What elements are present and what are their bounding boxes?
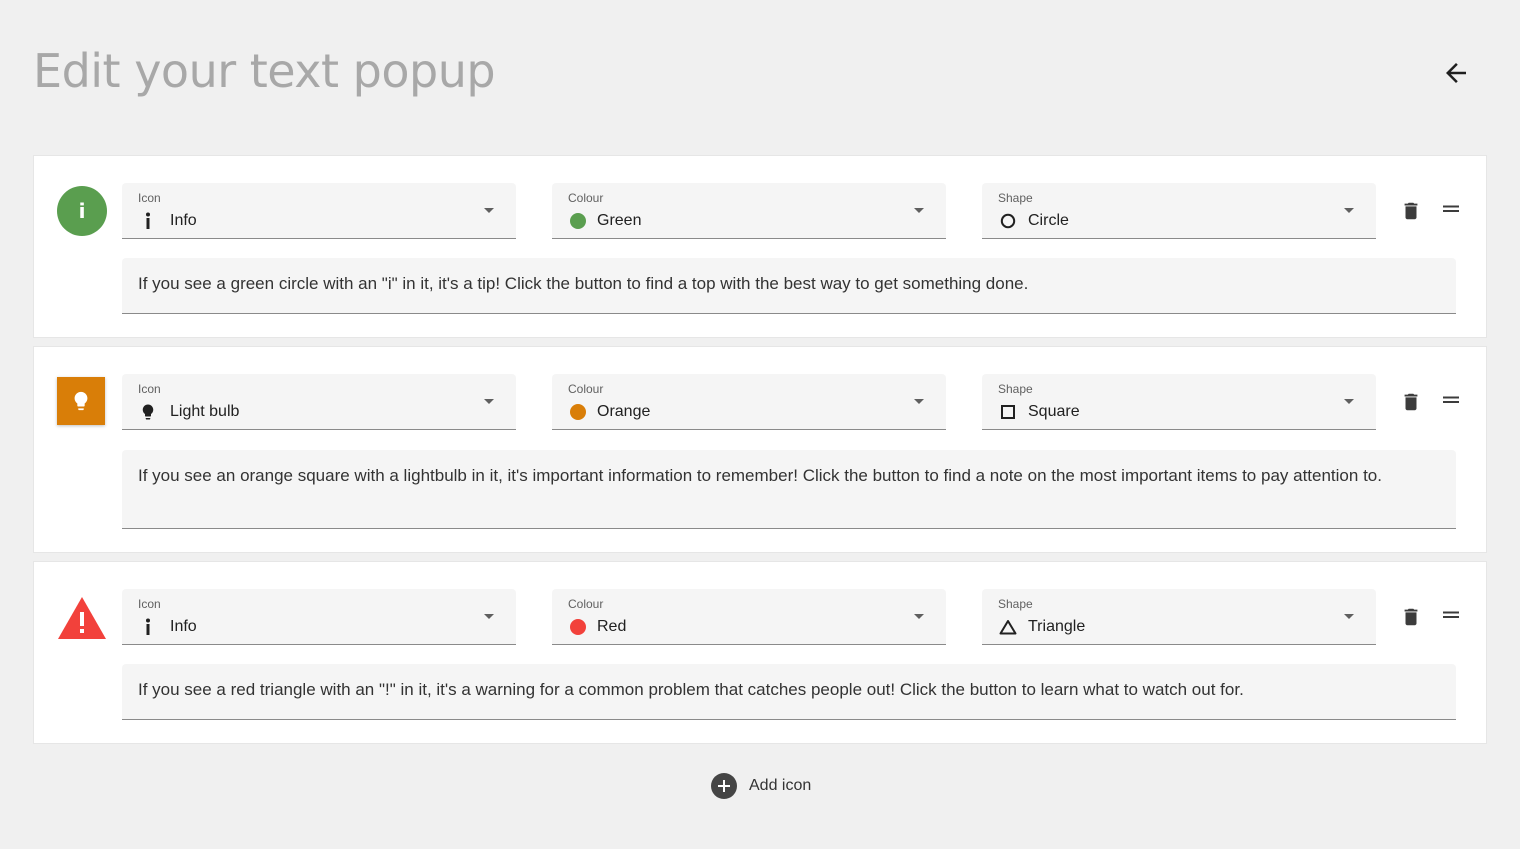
shape-select-value: Circle (1028, 212, 1069, 229)
chevron-down-icon (914, 614, 924, 619)
colour-select[interactable]: Colour Red (552, 589, 946, 645)
colour-dot-icon (568, 211, 588, 231)
shape-select-label: Shape (998, 191, 1033, 205)
shape-select-label: Shape (998, 382, 1033, 396)
shape-select[interactable]: Shape Circle (982, 183, 1376, 239)
preview-badge-orange-square (57, 377, 105, 425)
icon-card-2: Icon Light bulb Colour Orange Shape Squa… (33, 346, 1487, 553)
popup-text-field[interactable]: If you see a red triangle with an "!" in… (122, 664, 1456, 720)
popup-text-field[interactable]: If you see an orange square with a light… (122, 450, 1456, 529)
trash-icon (1404, 393, 1418, 411)
icon-select[interactable]: Icon Info (122, 589, 516, 645)
colour-select-value: Orange (597, 403, 651, 420)
colour-select[interactable]: Colour Green (552, 183, 946, 239)
chevron-down-icon (484, 614, 494, 619)
delete-button[interactable] (1399, 390, 1423, 414)
info-icon: i (78, 199, 86, 223)
shape-select-value: Square (1028, 403, 1080, 420)
add-icon-label: Add icon (749, 777, 812, 794)
chevron-down-icon (914, 399, 924, 404)
chevron-down-icon (484, 208, 494, 213)
add-circle-icon (711, 773, 737, 799)
preview-badge-green-circle: i (57, 186, 107, 236)
chevron-down-icon (1344, 614, 1354, 619)
square-outline-icon (998, 402, 1018, 422)
icon-card-1: i Icon Info Colour Green Shape Circle If… (33, 155, 1487, 338)
preview-badge-red-triangle (57, 595, 107, 641)
colour-select-label: Colour (568, 382, 604, 396)
colour-dot-icon (568, 617, 588, 637)
popup-text-field[interactable]: If you see a green circle with an "i" in… (122, 258, 1456, 314)
drag-handle-icon (1443, 396, 1459, 403)
drag-handle[interactable] (1439, 388, 1463, 412)
icon-select-value: Light bulb (170, 403, 240, 420)
back-button[interactable] (1436, 53, 1476, 93)
warning-icon (58, 597, 106, 639)
triangle-outline-icon (998, 617, 1018, 637)
arrow-back-icon (1446, 63, 1466, 83)
delete-button[interactable] (1399, 605, 1423, 629)
circle-outline-icon (998, 211, 1018, 231)
colour-select-value: Red (597, 618, 627, 635)
drag-handle-icon (1443, 205, 1459, 212)
chevron-down-icon (914, 208, 924, 213)
shape-select-label: Shape (998, 597, 1033, 611)
icon-select-label: Icon (138, 382, 161, 396)
drag-handle-icon (1443, 611, 1459, 618)
delete-button[interactable] (1399, 199, 1423, 223)
shape-select[interactable]: Shape Square (982, 374, 1376, 430)
icon-select-label: Icon (138, 191, 161, 205)
colour-select-label: Colour (568, 191, 604, 205)
colour-select-value: Green (597, 212, 642, 229)
add-icon-button[interactable]: Add icon (711, 773, 811, 799)
icon-select-value: Info (170, 212, 197, 229)
drag-handle[interactable] (1439, 197, 1463, 221)
info-icon (138, 617, 158, 637)
trash-icon (1404, 608, 1418, 626)
trash-icon (1404, 202, 1418, 220)
icon-select-value: Info (170, 618, 197, 635)
drag-handle[interactable] (1439, 603, 1463, 627)
icon-select-label: Icon (138, 597, 161, 611)
chevron-down-icon (484, 399, 494, 404)
page-title: Edit your text popup (33, 44, 496, 98)
chevron-down-icon (1344, 208, 1354, 213)
colour-select-label: Colour (568, 597, 604, 611)
info-icon (138, 211, 158, 231)
icon-select[interactable]: Icon Light bulb (122, 374, 516, 430)
lightbulb-icon (138, 402, 158, 422)
icon-select[interactable]: Icon Info (122, 183, 516, 239)
colour-dot-icon (568, 402, 588, 422)
colour-select[interactable]: Colour Orange (552, 374, 946, 430)
chevron-down-icon (1344, 399, 1354, 404)
shape-select-value: Triangle (1028, 618, 1086, 635)
shape-select[interactable]: Shape Triangle (982, 589, 1376, 645)
icon-card-3: Icon Info Colour Red Shape Triangle If y… (33, 561, 1487, 744)
lightbulb-icon (74, 391, 88, 411)
